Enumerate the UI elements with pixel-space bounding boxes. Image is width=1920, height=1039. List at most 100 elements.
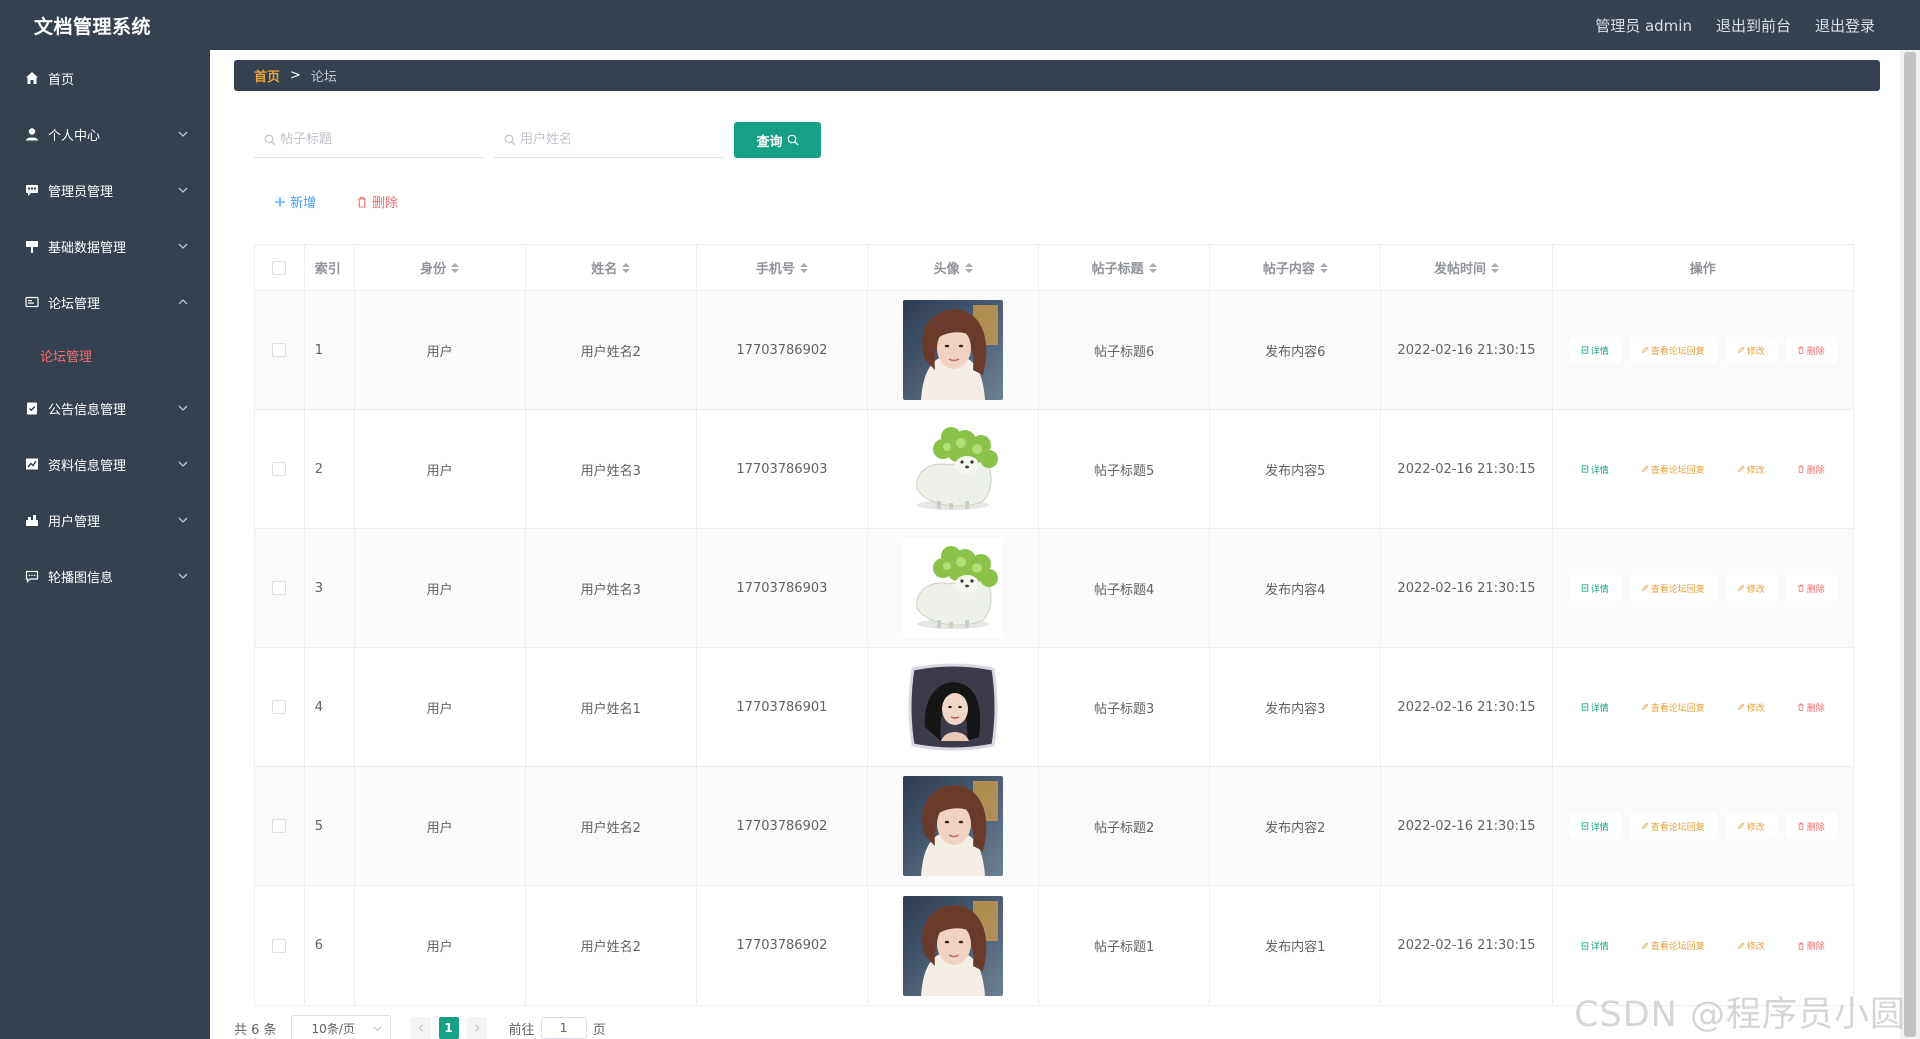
header-cell[interactable]: 帖子标题	[1039, 245, 1211, 290]
header-cell: 操作	[1553, 245, 1853, 290]
view-replies-button[interactable]: 查看论坛回复	[1628, 813, 1717, 839]
watermark: CSDN @程序员小圆	[1574, 995, 1906, 1035]
page-scrollbar[interactable]	[1900, 50, 1920, 1039]
detail-button[interactable]: 详情	[1568, 575, 1621, 601]
admin-user-link[interactable]: 管理员 admin	[1595, 15, 1692, 36]
row-checkbox[interactable]	[272, 938, 287, 953]
row-content: 发布内容2	[1265, 820, 1326, 836]
view-replies-button[interactable]: 查看论坛回复	[1628, 456, 1717, 482]
delete-label: 删除	[1806, 346, 1825, 357]
pencil-icon	[1737, 465, 1745, 472]
select-all-checkbox[interactable]	[272, 260, 287, 275]
header-cell[interactable]: 头像	[868, 245, 1040, 290]
pencil-icon	[1641, 703, 1649, 710]
search-icon	[504, 134, 516, 145]
sidebar-item-forum[interactable]: 论坛管理	[0, 274, 210, 330]
page-number-current[interactable]: 1	[438, 1017, 459, 1039]
trash-icon	[1798, 584, 1804, 592]
delete-button[interactable]: 删除	[1784, 456, 1837, 482]
breadcrumb-separator: >	[290, 68, 301, 83]
sidebar-item-users[interactable]: 用户管理	[0, 492, 210, 548]
row-time: 2022-02-16 21:30:15	[1397, 461, 1536, 477]
delete-button[interactable]: 删除	[1784, 932, 1837, 959]
sidebar-item-personal[interactable]: 个人中心	[0, 106, 210, 162]
view-replies-button[interactable]: 查看论坛回复	[1628, 932, 1717, 959]
row-title: 帖子标题5	[1094, 463, 1155, 479]
row-checkbox[interactable]	[272, 700, 287, 714]
pencil-icon	[1737, 703, 1745, 710]
add-button[interactable]: 新增	[274, 192, 316, 211]
username-input[interactable]	[520, 132, 720, 147]
row-checkbox[interactable]	[272, 819, 287, 833]
sidebar-item-label: 个人中心	[48, 128, 101, 144]
time-cell: 2022-02-16 21:30:15	[1381, 767, 1553, 885]
sort-icon[interactable]	[964, 262, 973, 273]
back-to-frontend-link[interactable]: 退出到前台	[1716, 15, 1791, 36]
prev-page-button[interactable]	[410, 1017, 431, 1039]
avatar[interactable]	[903, 895, 1004, 996]
post-title-input[interactable]	[280, 132, 480, 147]
sort-icon[interactable]	[622, 262, 631, 273]
view-replies-button[interactable]: 查看论坛回复	[1628, 575, 1717, 601]
next-page-button[interactable]	[466, 1017, 487, 1039]
sidebar-item-home[interactable]: 首页	[0, 50, 210, 106]
plus-icon	[275, 196, 285, 207]
detail-button[interactable]: 详情	[1568, 813, 1621, 839]
edit-button[interactable]: 修改	[1724, 932, 1777, 959]
scrollbar-thumb[interactable]	[1904, 52, 1916, 1037]
view-replies-button[interactable]: 查看论坛回复	[1628, 337, 1717, 363]
page-size-select[interactable]: 10条/页	[290, 1015, 391, 1039]
delete-label: 删除	[1806, 822, 1825, 833]
pencil-icon	[1641, 942, 1649, 949]
sidebar-item-materials[interactable]: 资料信息管理	[0, 436, 210, 492]
delete-button[interactable]: 删除	[1784, 694, 1837, 720]
delete-button[interactable]: 删除	[1784, 337, 1837, 363]
edit-button[interactable]: 修改	[1724, 337, 1777, 363]
sidebar-item-basic-data[interactable]: 基础数据管理	[0, 218, 210, 274]
detail-button[interactable]: 详情	[1568, 932, 1621, 959]
sort-icon[interactable]	[1319, 262, 1328, 273]
row-content: 发布内容3	[1265, 701, 1326, 717]
detail-button[interactable]: 详情	[1568, 337, 1621, 363]
sidebar-subitem-forum-management[interactable]: 论坛管理	[0, 330, 210, 380]
sort-icon[interactable]	[1148, 262, 1157, 273]
pencil-icon	[1641, 465, 1649, 472]
row-checkbox[interactable]	[272, 581, 287, 595]
sidebar-item-notice[interactable]: 公告信息管理	[0, 380, 210, 436]
header-cell[interactable]: 手机号	[697, 245, 868, 290]
header-cell[interactable]: 帖子内容	[1210, 245, 1382, 290]
edit-button[interactable]: 修改	[1724, 456, 1777, 482]
sidebar-item-carousel[interactable]: 轮播图信息	[0, 548, 210, 604]
detail-button[interactable]: 详情	[1568, 456, 1621, 482]
row-checkbox[interactable]	[272, 343, 287, 357]
edit-button[interactable]: 修改	[1724, 694, 1777, 720]
avatar-cell	[868, 291, 1040, 409]
edit-button[interactable]: 修改	[1724, 813, 1777, 839]
goto-page-input[interactable]	[540, 1017, 587, 1039]
avatar[interactable]	[903, 657, 1004, 757]
delete-button[interactable]: 删除	[1784, 575, 1837, 601]
avatar[interactable]	[903, 419, 1004, 519]
avatar[interactable]	[903, 300, 1004, 400]
edit-button[interactable]: 修改	[1724, 575, 1777, 601]
header-cell[interactable]: 姓名	[526, 245, 697, 290]
view-replies-button[interactable]: 查看论坛回复	[1628, 694, 1717, 720]
chevron-right-icon	[474, 1024, 479, 1032]
query-button[interactable]: 查询	[734, 122, 821, 158]
header-cell[interactable]: 发帖时间	[1381, 245, 1553, 290]
sort-icon[interactable]	[1490, 262, 1499, 273]
chevron-down-icon	[178, 131, 188, 137]
sort-icon[interactable]	[799, 262, 808, 273]
batch-delete-button[interactable]: 删除	[356, 192, 398, 211]
avatar[interactable]	[903, 776, 1004, 876]
avatar[interactable]	[903, 538, 1004, 638]
row-checkbox[interactable]	[272, 462, 287, 476]
breadcrumb-home[interactable]: 首页	[254, 66, 280, 85]
detail-button[interactable]: 详情	[1568, 694, 1621, 720]
logout-link[interactable]: 退出登录	[1815, 15, 1875, 36]
header-cell[interactable]: 身份	[355, 245, 526, 290]
sidebar-item-admin[interactable]: 管理员管理	[0, 162, 210, 218]
content-cell: 发布内容1	[1210, 886, 1382, 1005]
delete-button[interactable]: 删除	[1784, 813, 1837, 839]
sort-icon[interactable]	[451, 262, 460, 273]
